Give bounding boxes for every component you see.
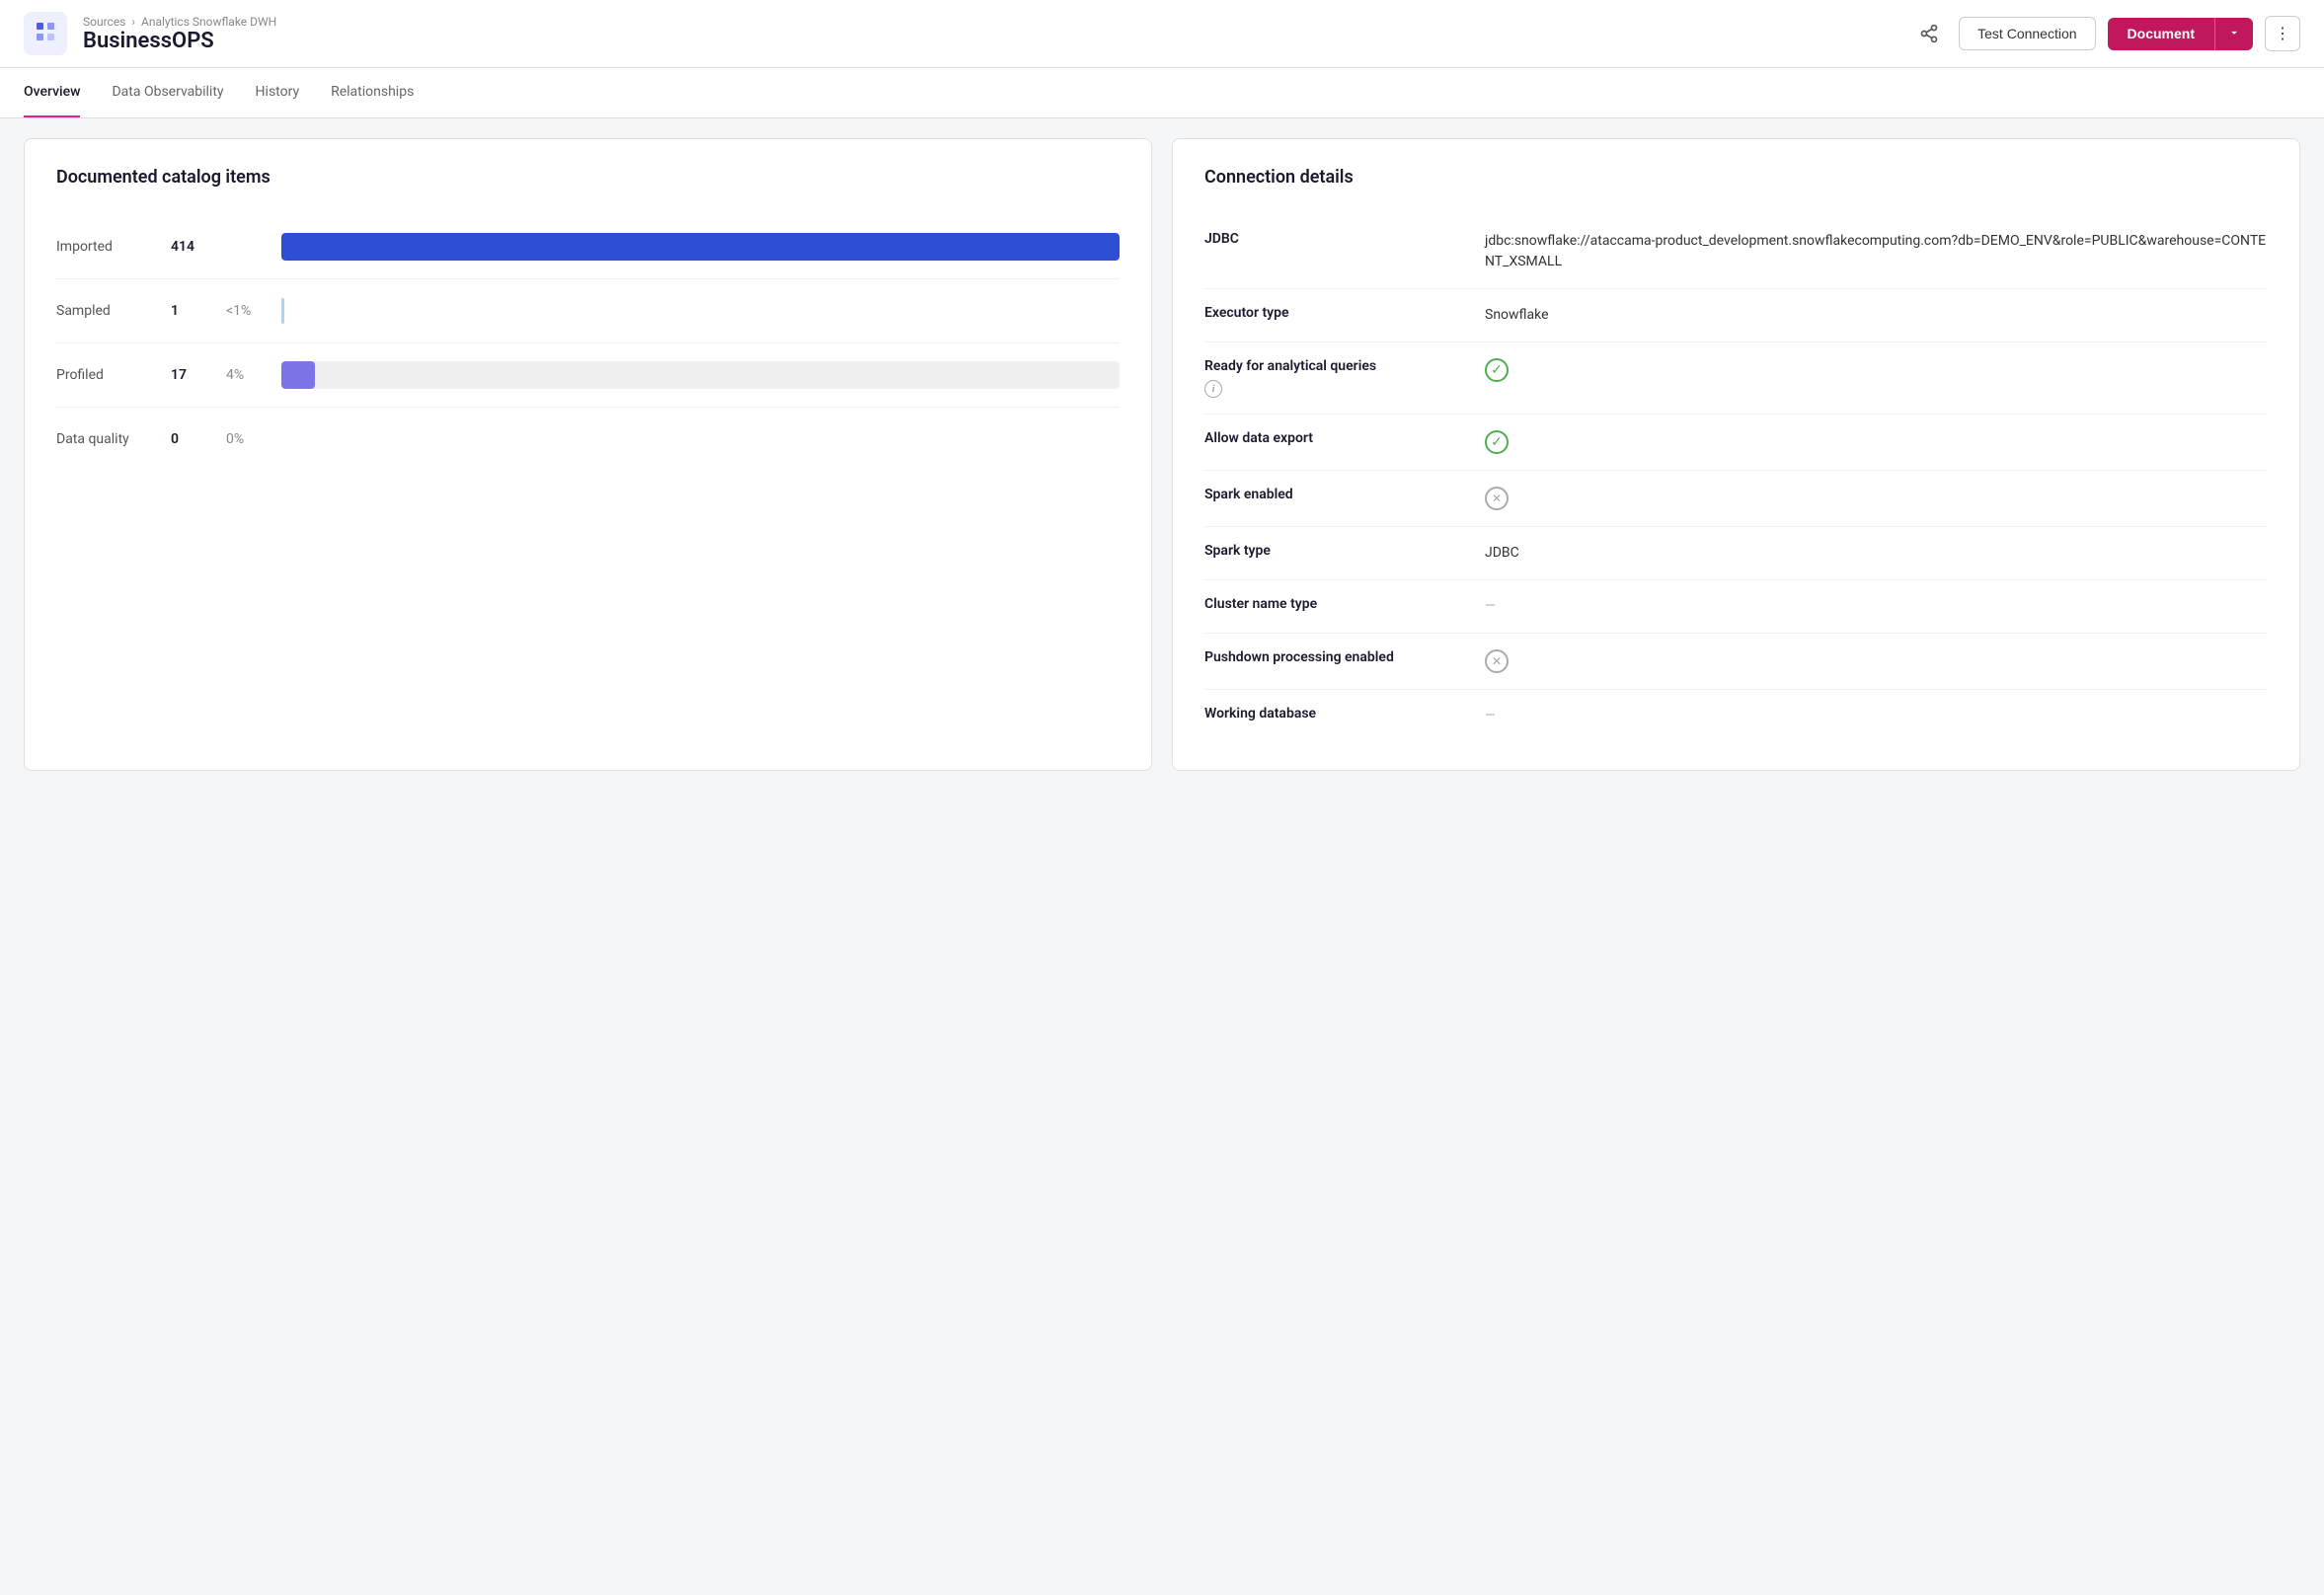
conn-label-spark-type: Spark type bbox=[1204, 543, 1461, 559]
tab-relationships[interactable]: Relationships bbox=[331, 68, 414, 117]
tabs-bar: Overview Data Observability History Rela… bbox=[0, 68, 2324, 118]
catalog-pct-sampled: <1% bbox=[226, 303, 266, 319]
conn-row-cluster: Cluster name type — bbox=[1204, 580, 2268, 634]
bar-fill-imported bbox=[281, 233, 1120, 261]
breadcrumb-current: Analytics Snowflake DWH bbox=[141, 15, 276, 29]
conn-value-spark-enabled: ✕ bbox=[1485, 487, 2268, 510]
conn-value-jdbc: jdbc:snowflake://ataccama-product_develo… bbox=[1485, 231, 2268, 272]
conn-value-pushdown: ✕ bbox=[1485, 649, 2268, 673]
catalog-label-quality: Data quality bbox=[56, 431, 155, 447]
conn-row-pushdown: Pushdown processing enabled ✕ bbox=[1204, 634, 2268, 690]
catalog-pct-profiled: 4% bbox=[226, 367, 266, 383]
conn-row-jdbc: JDBC jdbc:snowflake://ataccama-product_d… bbox=[1204, 215, 2268, 289]
share-button[interactable] bbox=[1911, 16, 1947, 51]
catalog-card: Documented catalog items Imported 414 Sa… bbox=[24, 138, 1152, 771]
tab-overview[interactable]: Overview bbox=[24, 68, 80, 117]
conn-label-cluster: Cluster name type bbox=[1204, 596, 1461, 612]
document-dropdown-button[interactable] bbox=[2214, 18, 2253, 50]
catalog-num-quality: 0 bbox=[171, 431, 210, 447]
catalog-pct-quality: 0% bbox=[226, 431, 266, 447]
conn-row-executor: Executor type Snowflake bbox=[1204, 289, 2268, 342]
conn-label-spark-enabled: Spark enabled bbox=[1204, 487, 1461, 502]
conn-label-jdbc: JDBC bbox=[1204, 231, 1461, 247]
catalog-row-quality: Data quality 0 0% bbox=[56, 408, 1120, 471]
catalog-bar-sampled bbox=[281, 297, 1120, 325]
conn-row-spark-type: Spark type JDBC bbox=[1204, 527, 2268, 580]
catalog-label-sampled: Sampled bbox=[56, 303, 155, 319]
bar-fill-profiled bbox=[281, 361, 315, 389]
conn-label-working-db: Working database bbox=[1204, 706, 1461, 722]
header-left: Sources › Analytics Snowflake DWH Busine… bbox=[24, 12, 276, 55]
tab-data-observability[interactable]: Data Observability bbox=[112, 68, 223, 117]
logo-box bbox=[24, 12, 67, 55]
breadcrumb-sources-link[interactable]: Sources bbox=[83, 15, 125, 29]
catalog-bar-imported bbox=[281, 233, 1120, 261]
catalog-bar-quality bbox=[281, 425, 1120, 453]
conn-value-cluster: — bbox=[1485, 596, 2268, 617]
header: Sources › Analytics Snowflake DWH Busine… bbox=[0, 0, 2324, 68]
check-icon-export: ✓ bbox=[1485, 430, 1509, 454]
connection-card: Connection details JDBC jdbc:snowflake:/… bbox=[1172, 138, 2300, 771]
catalog-num-profiled: 17 bbox=[171, 367, 210, 383]
document-button-group: Document bbox=[2108, 18, 2253, 50]
catalog-label-profiled: Profiled bbox=[56, 367, 155, 383]
breadcrumb-separator: › bbox=[131, 15, 135, 29]
logo-icon bbox=[34, 20, 57, 48]
info-icon-analytical[interactable]: i bbox=[1204, 380, 1222, 398]
main-content: Documented catalog items Imported 414 Sa… bbox=[0, 118, 2324, 791]
catalog-num-sampled: 1 bbox=[171, 303, 210, 319]
breadcrumb-title: Sources › Analytics Snowflake DWH Busine… bbox=[83, 15, 276, 53]
conn-value-export: ✓ bbox=[1485, 430, 2268, 454]
connection-title: Connection details bbox=[1204, 167, 2268, 188]
bar-dot-sampled bbox=[281, 298, 284, 324]
conn-label-executor: Executor type bbox=[1204, 305, 1461, 321]
catalog-row-imported: Imported 414 bbox=[56, 215, 1120, 279]
catalog-title: Documented catalog items bbox=[56, 167, 1120, 188]
page-title: BusinessOPS bbox=[83, 29, 276, 53]
conn-label-analytical: Ready for analytical queries i bbox=[1204, 358, 1461, 398]
conn-row-analytical: Ready for analytical queries i ✓ bbox=[1204, 342, 2268, 415]
catalog-num-imported: 414 bbox=[171, 239, 210, 255]
breadcrumb: Sources › Analytics Snowflake DWH bbox=[83, 15, 276, 29]
conn-value-analytical: ✓ bbox=[1485, 358, 2268, 382]
conn-value-working-db: — bbox=[1485, 706, 2268, 726]
test-connection-button[interactable]: Test Connection bbox=[1959, 17, 2095, 50]
conn-value-executor: Snowflake bbox=[1485, 305, 2268, 326]
catalog-row-profiled: Profiled 17 4% bbox=[56, 343, 1120, 408]
catalog-bar-profiled bbox=[281, 361, 1120, 389]
document-button[interactable]: Document bbox=[2108, 18, 2214, 50]
header-right: Test Connection Document ⋮ bbox=[1911, 16, 2300, 51]
tab-history[interactable]: History bbox=[256, 68, 300, 117]
more-options-button[interactable]: ⋮ bbox=[2265, 16, 2300, 51]
check-icon-analytical: ✓ bbox=[1485, 358, 1509, 382]
cross-icon-pushdown: ✕ bbox=[1485, 649, 1509, 673]
conn-row-spark-enabled: Spark enabled ✕ bbox=[1204, 471, 2268, 527]
catalog-row-sampled: Sampled 1 <1% bbox=[56, 279, 1120, 343]
catalog-label-imported: Imported bbox=[56, 239, 155, 255]
conn-row-export: Allow data export ✓ bbox=[1204, 415, 2268, 471]
cross-icon-spark-enabled: ✕ bbox=[1485, 487, 1509, 510]
conn-label-pushdown: Pushdown processing enabled bbox=[1204, 649, 1461, 665]
conn-label-export: Allow data export bbox=[1204, 430, 1461, 446]
conn-value-spark-type: JDBC bbox=[1485, 543, 2268, 564]
conn-row-working-db: Working database — bbox=[1204, 690, 2268, 742]
